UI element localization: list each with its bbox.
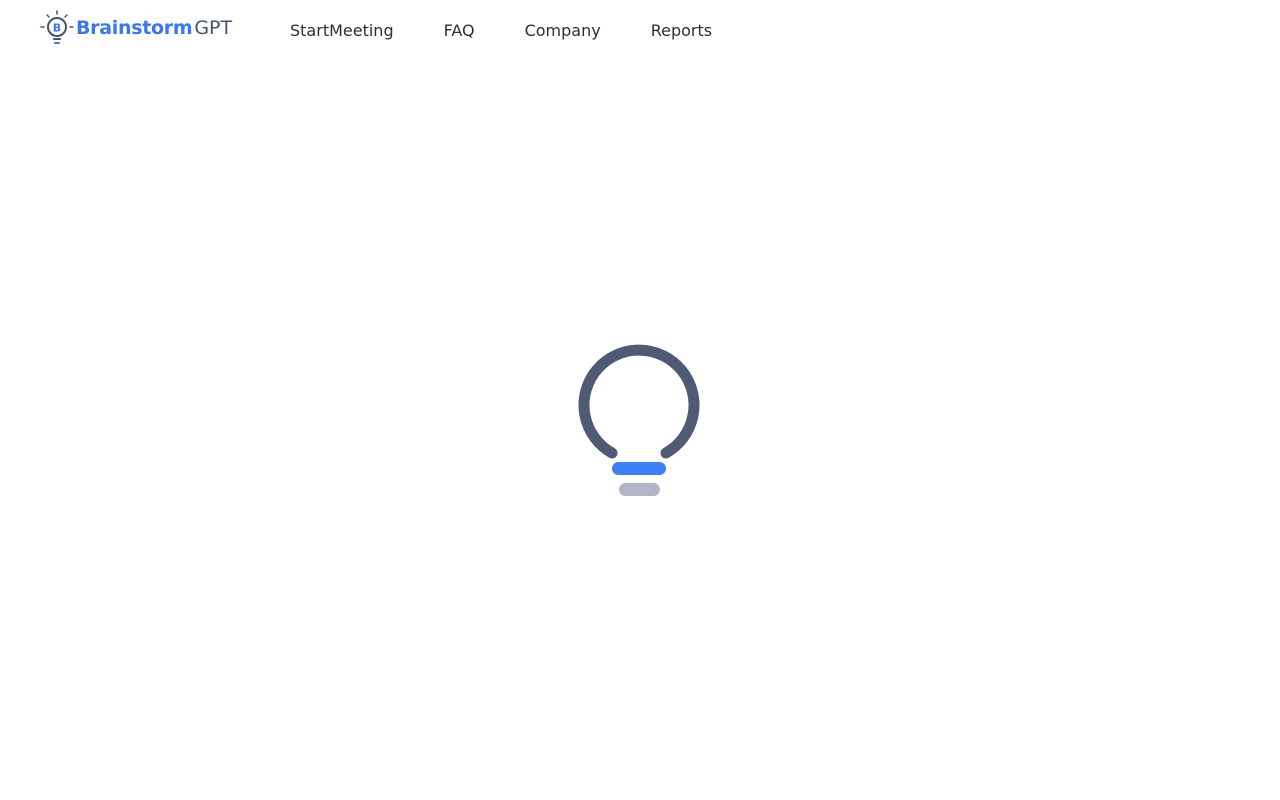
lightbulb-b-icon: B <box>40 10 74 44</box>
brand-name-secondary: GPT <box>194 17 233 39</box>
brand-logo-link[interactable]: B Brainstorm GPT <box>40 10 232 46</box>
nav-start-meeting[interactable]: StartMeeting <box>290 19 394 43</box>
nav-company[interactable]: Company <box>525 19 601 43</box>
top-navbar: B Brainstorm GPT StartMeeting FAQ Company… <box>0 0 1280 62</box>
lightbulb-loading-icon <box>578 344 700 496</box>
main-nav: StartMeeting FAQ Company Reports <box>290 19 762 43</box>
brand-name-primary: Brainstorm <box>76 17 193 39</box>
nav-faq[interactable]: FAQ <box>444 19 475 43</box>
svg-text:B: B <box>53 22 61 35</box>
nav-reports[interactable]: Reports <box>651 19 712 43</box>
